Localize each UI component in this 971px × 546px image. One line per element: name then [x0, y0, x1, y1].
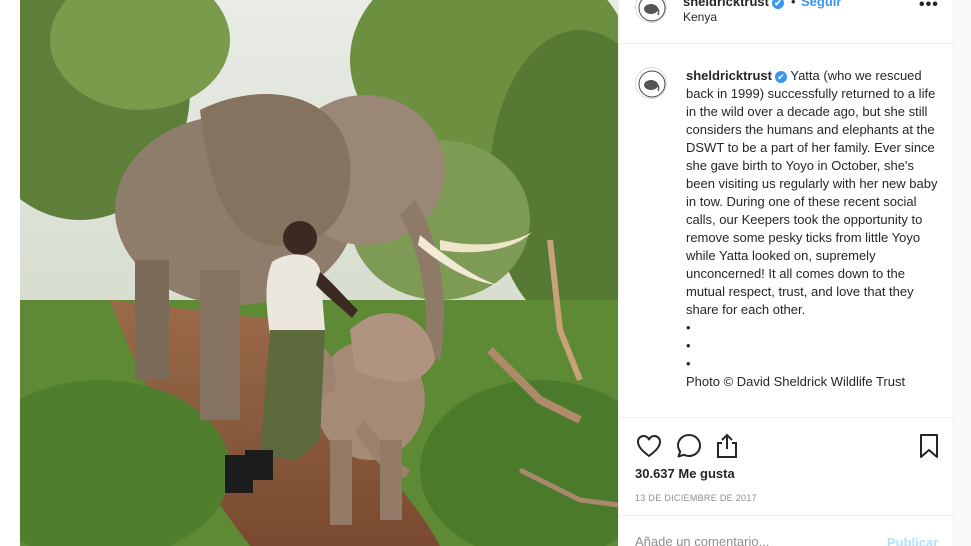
- share-icon[interactable]: [713, 432, 741, 460]
- elephant-logo-icon: [638, 0, 666, 22]
- bullet: •: [686, 356, 691, 371]
- add-comment-row: Publicar: [619, 515, 953, 546]
- left-margin: [0, 0, 20, 546]
- post-photo[interactable]: [20, 0, 618, 546]
- caption-avatar[interactable]: [635, 67, 667, 99]
- separator-dot: •: [791, 0, 796, 9]
- elephant-photo-image: [20, 0, 618, 546]
- verified-badge-icon: ✔: [774, 71, 787, 83]
- caption-username[interactable]: sheldricktrust: [686, 68, 772, 83]
- header-username[interactable]: sheldricktrust ✔: [683, 0, 784, 9]
- caption-bullets: • • •: [686, 319, 938, 373]
- bullet: •: [686, 320, 691, 335]
- caption-section: sheldricktrust ✔ Yatta (who we rescued ba…: [619, 45, 953, 417]
- profile-avatar[interactable]: [635, 0, 667, 23]
- publish-button[interactable]: Publicar: [887, 535, 938, 546]
- post-date[interactable]: 13 DE DICIEMBRE DE 2017: [635, 493, 757, 503]
- post-header: sheldricktrust ✔ • Seguir Kenya •••: [619, 0, 953, 44]
- elephant-logo-icon: [638, 70, 666, 98]
- bookmark-icon[interactable]: [915, 432, 943, 460]
- follow-button[interactable]: Seguir: [801, 0, 841, 9]
- verified-badge-icon: ✔: [771, 0, 784, 9]
- post-side-panel: sheldricktrust ✔ • Seguir Kenya ••• sheld…: [618, 0, 954, 546]
- comment-icon[interactable]: [675, 432, 703, 460]
- more-options-icon[interactable]: •••: [919, 0, 939, 14]
- right-margin: [954, 0, 971, 546]
- post-actions: 30.637 Me gusta 13 DE DICIEMBRE DE 2017: [619, 417, 953, 515]
- heart-icon[interactable]: [635, 432, 663, 460]
- bullet: •: [686, 338, 691, 353]
- likes-count[interactable]: 30.637 Me gusta: [635, 466, 735, 481]
- comment-input[interactable]: [635, 534, 875, 546]
- photo-credit: Photo © David Sheldrick Wildlife Trust: [686, 374, 906, 389]
- caption-text: Yatta (who we rescued back in 1999) succ…: [686, 68, 938, 317]
- post-caption: sheldricktrust ✔ Yatta (who we rescued ba…: [686, 67, 938, 391]
- post-location[interactable]: Kenya: [683, 10, 717, 24]
